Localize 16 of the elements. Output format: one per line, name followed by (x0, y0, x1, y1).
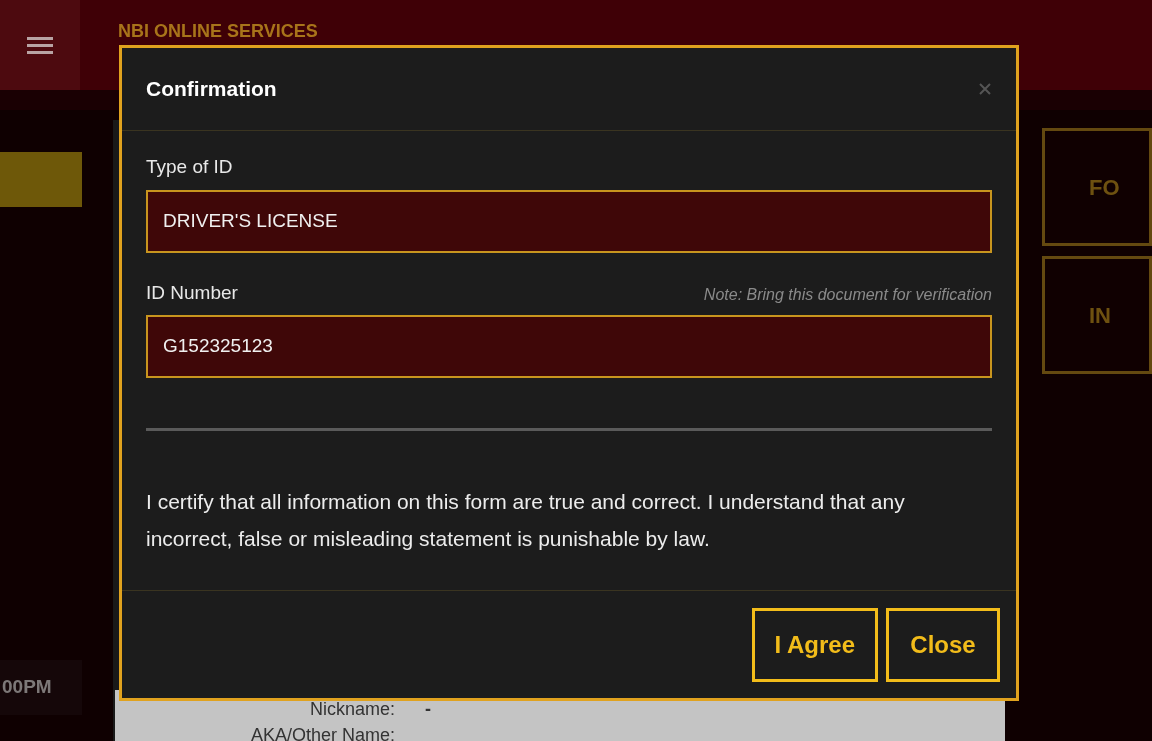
field-label: ID Number (146, 280, 238, 305)
certification-text: I certify that all information on this form are true and correct. I understand that any incorrect, false or misleading statement is punishable by law. (146, 489, 906, 552)
dialog-button[interactable]: I Agree (751, 607, 878, 682)
input-field[interactable]: DRIVER'S LICENSE (146, 189, 992, 253)
close-icon[interactable] (978, 82, 992, 96)
site-title: NBI ONLINE SERVICES (118, 20, 318, 43)
form-label: AKA/Other Name: (249, 723, 395, 741)
menu-icon[interactable] (27, 36, 53, 54)
form-value: - (425, 697, 431, 721)
dialog-button[interactable]: Close (886, 607, 1000, 682)
field-label: Type of ID (146, 155, 233, 179)
field-note: Note: Bring this document for verification (703, 285, 992, 305)
dialog-title: Confirmation (146, 76, 277, 103)
input-field[interactable]: G152325123 (146, 315, 992, 378)
time-badge: 00PM (0, 660, 83, 715)
form-label: Nickname: (308, 697, 395, 721)
